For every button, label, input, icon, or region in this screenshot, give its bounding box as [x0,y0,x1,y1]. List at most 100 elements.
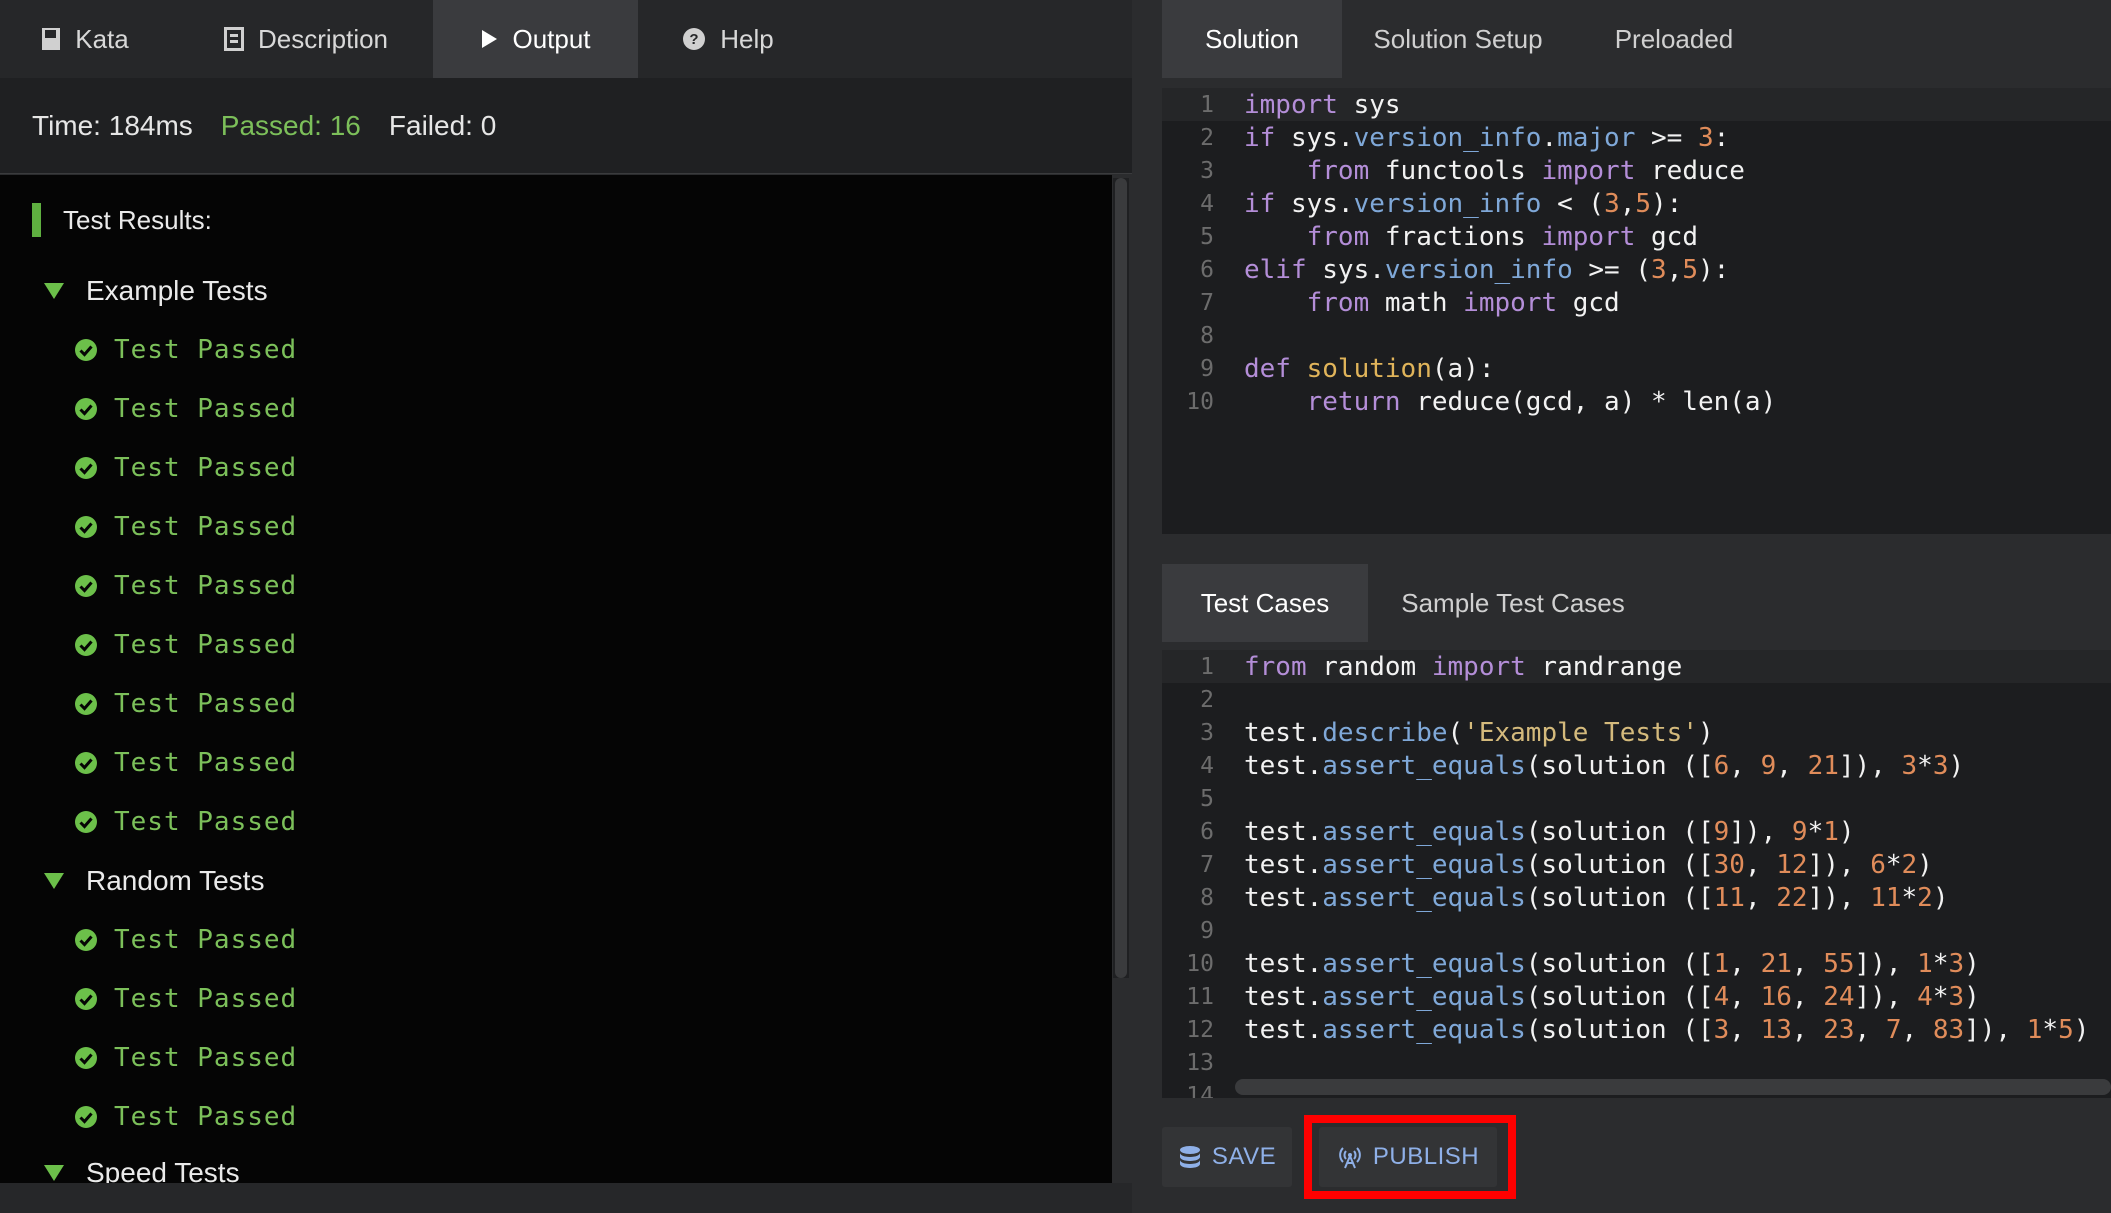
code-line: 2 if sys.version_info.major >= 3: [1162,121,2111,154]
line-number: 4 [1200,752,1214,779]
test-result-item: Test Passed [74,453,297,483]
line-number: 1 [1200,653,1214,680]
code-line: 6 test.assert_equals(solution ([9]), 9*1) [1162,815,2111,848]
solution-editor[interactable]: 1 import sys 2 if sys.version_info.major >… [1162,88,2111,534]
code-line: 3 from functools import reduce [1162,154,2111,187]
code-line: 10 test.assert_equals(solution ([1, 21, 5… [1162,947,2111,980]
database-icon [1178,1145,1202,1169]
output-panel: Kata Description Output ? Help Time: 184… [0,0,1132,1213]
output-footer [0,1183,1132,1213]
time-stat: Time: 184ms [32,109,193,141]
check-circle-icon [75,693,97,715]
play-icon [480,29,498,49]
check-circle-icon [75,1047,97,1069]
line-number: 8 [1200,322,1214,349]
test-result-item: Test Passed [74,571,297,601]
check-circle-icon [75,516,97,538]
test-result-item: Test Passed [74,394,297,424]
results-heading-label: Test Results: [63,204,212,235]
check-circle-icon [75,929,97,951]
test-result-item: Test Passed [74,925,297,955]
line-number: 5 [1200,223,1214,250]
line-number: 14 [1186,1082,1214,1099]
line-number: 12 [1186,1016,1214,1043]
test-result-label: Test Passed [114,984,298,1014]
passed-stat: Passed: 16 [220,109,361,141]
line-number: 6 [1200,256,1214,283]
line-number: 7 [1200,289,1214,316]
tab-output-label: Output [512,23,591,54]
tab-test-cases-label: Test Cases [1200,587,1330,618]
test-result-item: Test Passed [74,630,297,660]
tab-sample-test-cases[interactable]: Sample Test Cases [1368,564,1658,642]
editor-gap [1162,534,2111,564]
scrollbar-thumb[interactable] [1115,178,1127,978]
collapse-triangle-icon [44,873,64,889]
tab-help[interactable]: ? Help [658,0,798,78]
output-scrollbar[interactable] [1113,178,1129,978]
line-number: 3 [1200,157,1214,184]
test-result-label: Test Passed [114,1043,298,1073]
test-result-item: Test Passed [74,512,297,542]
code-line: 10 return reduce(gcd, a) * len(a) [1162,385,2111,418]
test-stats: Time: 184ms Passed: 16 Failed: 0 [0,78,1132,174]
heading-bar [32,203,41,237]
tab-solution[interactable]: Solution [1162,0,1342,78]
test-result-label: Test Passed [114,748,298,778]
check-circle-icon [75,988,97,1010]
line-number: 10 [1186,388,1214,415]
save-button[interactable]: SAVE [1162,1127,1292,1187]
code-line: 7 test.assert_equals(solution ([30, 12]),… [1162,848,2111,881]
tab-preloaded[interactable]: Preloaded [1574,0,1774,78]
tab-sample-test-cases-label: Sample Test Cases [1401,587,1625,618]
group-example-tests[interactable]: Example Tests [44,275,268,307]
left-tab-bar: Kata Description Output ? Help [0,0,1132,79]
tab-solution-setup[interactable]: Solution Setup [1342,0,1574,78]
test-result-label: Test Passed [114,512,298,542]
test-result-item: Test Passed [74,1102,297,1132]
line-number: 11 [1186,983,1214,1010]
check-circle-icon [75,398,97,420]
editor-horizontal-scrollbar[interactable] [1235,1079,2111,1095]
tab-test-cases[interactable]: Test Cases [1162,564,1368,642]
code-line: 8 test.assert_equals(solution ([11, 22]),… [1162,881,2111,914]
book-icon [41,27,61,51]
publish-button[interactable]: PUBLISH [1319,1127,1497,1187]
code-line: 7 from math import gcd [1162,286,2111,319]
test-result-label: Test Passed [114,925,298,955]
test-cases-editor[interactable]: 1 from random import randrange 2 3 test.de… [1162,650,2111,1098]
code-line: 4 test.assert_equals(solution ([6, 9, 21]… [1162,749,2111,782]
tab-description[interactable]: Description [196,0,416,78]
panel-divider[interactable] [1132,0,1162,1213]
code-line: 6 elif sys.version_info >= (3,5): [1162,253,2111,286]
publish-button-label: PUBLISH [1372,1143,1480,1170]
tab-output[interactable]: Output [433,0,638,78]
line-number: 3 [1200,719,1214,746]
test-result-label: Test Passed [114,630,298,660]
group-speed-tests[interactable]: Speed Tests [44,1157,240,1183]
code-line: 4 if sys.version_info < (3,5): [1162,187,2111,220]
tab-kata[interactable]: Kata [0,0,170,78]
tab-description-label: Description [257,23,389,54]
editor-panel: Solution Solution Setup Preloaded 1 impor… [1162,0,2111,1213]
test-result-label: Test Passed [114,689,298,719]
code-line: 12 test.assert_equals(solution ([3, 13, 2… [1162,1013,2111,1046]
solution-tab-bar: Solution Solution Setup Preloaded [1162,0,2111,78]
test-result-label: Test Passed [114,807,298,837]
line-number: 7 [1200,851,1214,878]
line-number: 9 [1200,355,1214,382]
line-number: 6 [1200,818,1214,845]
line-number: 4 [1200,190,1214,217]
code-line: 3 test.describe('Example Tests') [1162,716,2111,749]
test-result-item: Test Passed [74,689,297,719]
results-heading: Test Results: [32,203,212,237]
code-line: 1 from random import randrange [1162,650,2111,683]
check-circle-icon [75,811,97,833]
check-circle-icon [75,339,97,361]
line-number: 13 [1186,1049,1214,1076]
line-number: 8 [1200,884,1214,911]
code-line: 9 [1162,914,2111,947]
test-result-item: Test Passed [74,984,297,1014]
test-result-label: Test Passed [114,1102,298,1132]
group-random-tests[interactable]: Random Tests [44,865,264,897]
